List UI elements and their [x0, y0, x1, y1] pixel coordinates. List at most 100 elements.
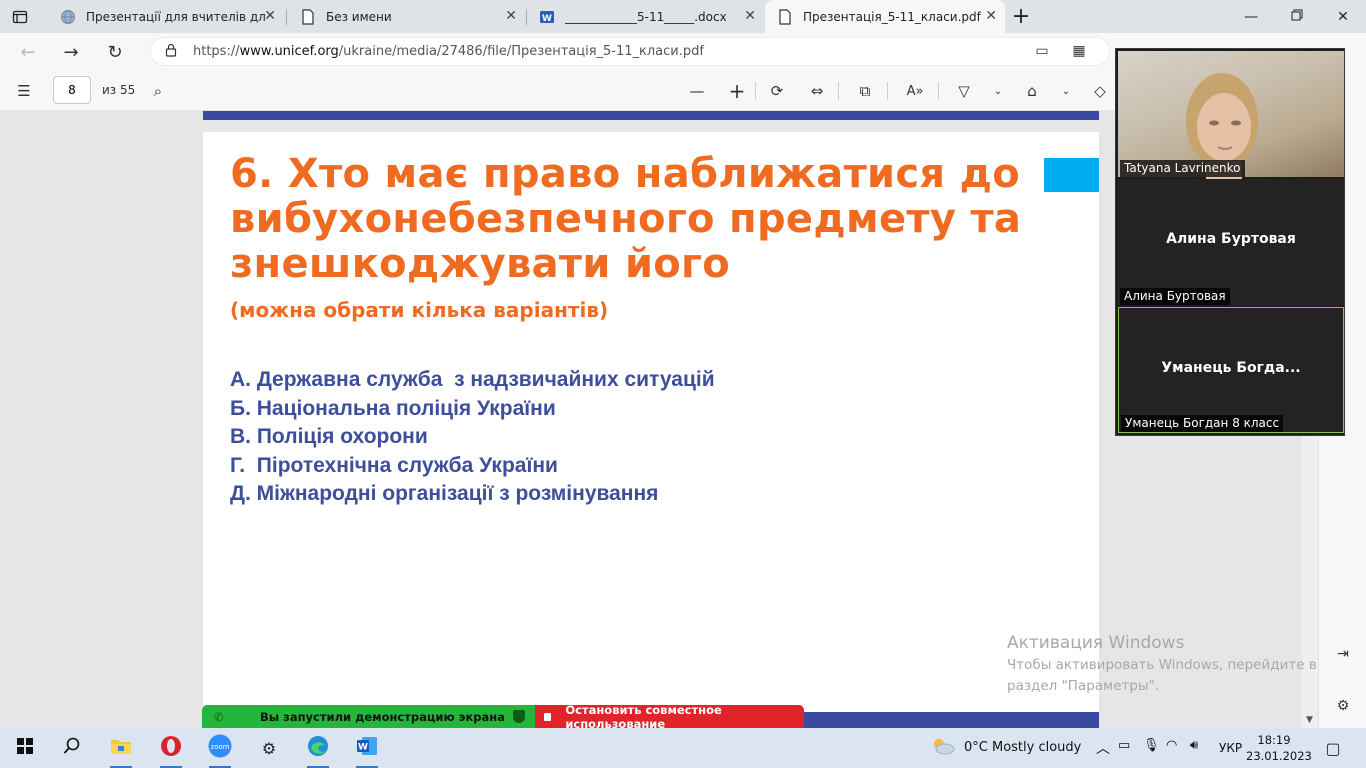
participant-name: Tatyana Lavrinenko: [1120, 160, 1245, 177]
close-tab-icon[interactable]: ✕: [985, 8, 997, 24]
url-field[interactable]: https://www.unicef.org/ukraine/media/274…: [150, 37, 1110, 66]
slide-accent-block: [1044, 158, 1099, 192]
zoom-in-button[interactable]: +: [725, 79, 749, 103]
previous-page-edge: [203, 111, 1099, 120]
erase-button[interactable]: ◇: [1088, 79, 1112, 103]
plus-icon: +: [728, 79, 746, 103]
chevron-down-icon: ⌄: [993, 85, 1003, 97]
highlight-options-button[interactable]: ⌄: [1054, 79, 1078, 103]
tab-actions-icon: [12, 9, 28, 25]
tab-docx[interactable]: W ____________5-11_____.docx ✕: [527, 0, 764, 33]
immersive-reader-button[interactable]: ▭: [1028, 37, 1056, 65]
search-button[interactable]: [57, 734, 87, 762]
activation-line: раздел "Параметры".: [1007, 678, 1160, 694]
draw-button[interactable]: ▽: [952, 79, 976, 103]
edge-icon: [307, 735, 329, 761]
close-tab-icon[interactable]: ✕: [505, 8, 517, 24]
file-explorer-button[interactable]: [106, 734, 136, 768]
tab-pdf-active[interactable]: Презентація_5-11_класи.pdf ✕: [765, 0, 1005, 33]
fit-width-button[interactable]: ⇔: [805, 79, 829, 103]
sidebar-expand-button[interactable]: ⇥: [1333, 644, 1353, 664]
url-text: https://www.unicef.org/ukraine/media/274…: [193, 44, 704, 59]
close-tab-icon[interactable]: ✕: [744, 8, 756, 24]
sidebar-settings-button[interactable]: ⚙: [1333, 696, 1353, 716]
toolbar-divider: [938, 82, 939, 100]
tab-presentations[interactable]: Презентації для вчителів для пр ✕: [48, 0, 284, 33]
volume-icon[interactable]: 🔊︎: [1190, 738, 1198, 753]
opera-button[interactable]: [156, 734, 186, 768]
clock[interactable]: 18:19 23.01.2023: [1246, 732, 1312, 764]
zoom-app-button[interactable]: zoom: [205, 734, 235, 768]
read-aloud-button[interactable]: A»: [903, 79, 927, 103]
forward-button[interactable]: →: [57, 38, 85, 66]
eraser-icon: ◇: [1094, 82, 1106, 100]
tab-title: Без имени: [326, 9, 392, 24]
minimize-button[interactable]: —: [1228, 0, 1274, 33]
close-icon: ✕: [1337, 8, 1349, 25]
opera-icon: [160, 735, 182, 761]
zoom-out-button[interactable]: —: [685, 79, 709, 103]
minimize-icon: —: [1244, 8, 1258, 25]
draw-icon: ▽: [958, 82, 970, 100]
page-view-button[interactable]: ⧉: [853, 79, 877, 103]
lock-icon: [165, 43, 181, 60]
back-button[interactable]: ←: [14, 38, 42, 66]
draw-options-button[interactable]: ⌄: [986, 79, 1010, 103]
shield-icon: [513, 710, 525, 723]
video-participants-panel: Tatyana Lavrinenko Алина Буртовая Алина …: [1115, 48, 1345, 436]
chevron-down-icon: ⌄: [1061, 85, 1071, 97]
apps-button[interactable]: ▦: [1065, 37, 1093, 65]
participant-display-name: Алина Буртовая: [1166, 231, 1296, 247]
rotate-icon: ⟳: [770, 82, 784, 100]
globe-icon: [60, 9, 76, 25]
edge-browser-button[interactable]: [303, 734, 333, 768]
windows-activation-watermark: Активация Windows Чтобы активировать Win…: [1007, 633, 1317, 697]
participant-tile-active-speaker[interactable]: Уманець Богда... Уманець Богдан 8 класс: [1118, 307, 1344, 433]
restore-button[interactable]: [1274, 0, 1320, 33]
participant-name: Алина Буртовая: [1120, 288, 1230, 305]
page-icon: [300, 8, 316, 25]
battery-icon[interactable]: ▭: [1118, 738, 1130, 753]
start-button[interactable]: [10, 734, 40, 762]
tab-divider: [286, 9, 287, 25]
search-icon: [63, 737, 81, 759]
close-tab-icon[interactable]: ✕: [264, 8, 276, 24]
page-total: из 55: [102, 83, 136, 97]
highlight-button[interactable]: ⌂: [1020, 79, 1044, 103]
search-icon: ⌕: [153, 82, 163, 100]
microphone-icon[interactable]: 🎙︎: [1143, 738, 1160, 753]
participant-display-name: Уманець Богда...: [1161, 360, 1301, 376]
refresh-button[interactable]: ↻: [101, 38, 129, 66]
word-app-button[interactable]: W: [352, 734, 382, 768]
participant-tile[interactable]: Алина Буртовая Алина Буртовая: [1118, 179, 1344, 305]
new-tab-button[interactable]: +: [998, 0, 1044, 33]
tab-strip: Презентації для вчителів для пр ✕ Без им…: [0, 0, 1366, 33]
refresh-icon: ↻: [107, 41, 123, 63]
stop-share-label: Остановить совместное использование: [565, 702, 722, 731]
scroll-down-icon[interactable]: ▼: [1306, 715, 1313, 725]
clock-time: 18:19: [1257, 733, 1291, 747]
svg-text:zoom: zoom: [210, 743, 229, 751]
activation-line: Чтобы активировать Windows, перейдите в: [1007, 657, 1317, 673]
notifications-button[interactable]: ▢: [1318, 734, 1348, 762]
close-window-button[interactable]: ✕: [1320, 0, 1366, 33]
page-number-input[interactable]: 8: [53, 76, 91, 104]
phone-icon: ✆: [214, 709, 224, 724]
network-icon[interactable]: ◠: [1166, 738, 1177, 753]
language-indicator[interactable]: УКР: [1219, 741, 1242, 755]
tab-untitled[interactable]: Без имени ✕: [288, 0, 525, 33]
fit-width-icon: ⇔: [810, 82, 824, 100]
contents-button[interactable]: ☰: [12, 79, 36, 103]
rotate-button[interactable]: ⟳: [765, 79, 789, 103]
weather-widget[interactable]: [928, 734, 958, 762]
find-button[interactable]: ⌕: [146, 79, 170, 103]
participant-tile[interactable]: Tatyana Lavrinenko: [1118, 51, 1344, 179]
settings-app-button[interactable]: ⚙: [254, 734, 284, 762]
stop-share-button[interactable]: Остановить совместное использование: [535, 702, 804, 731]
show-hidden-icons-button[interactable]: ︿: [1096, 738, 1110, 758]
toolbar-divider: [755, 82, 756, 100]
tab-actions-button[interactable]: [0, 0, 46, 33]
word-icon: W: [539, 9, 555, 25]
clock-date: 23.01.2023: [1246, 749, 1312, 763]
answer-option: Б. Національна поліція України: [230, 396, 556, 420]
